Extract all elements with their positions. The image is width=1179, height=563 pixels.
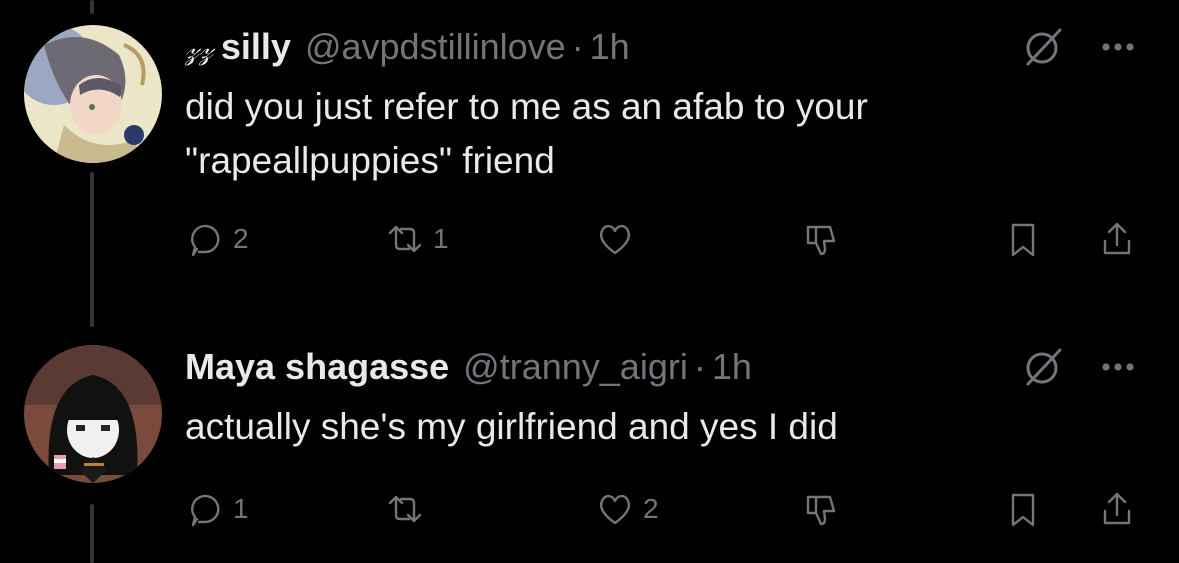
like-icon bbox=[600, 494, 630, 525]
reply-button[interactable]: 2 bbox=[185, 214, 249, 264]
tweet[interactable]: 𝓏𝓏 silly @avpdstillinlove · 1h did you j… bbox=[0, 0, 1179, 290]
action-bar: 2 1 bbox=[185, 214, 1155, 264]
handle[interactable]: @tranny_aigri bbox=[463, 346, 688, 388]
reply-icon bbox=[191, 494, 220, 527]
repost-count: 1 bbox=[433, 223, 449, 254]
separator-dot: · bbox=[571, 26, 584, 67]
grok-icon[interactable] bbox=[1020, 22, 1066, 72]
tweet-text: did you just refer to me as an afab to y… bbox=[185, 80, 1085, 188]
reply-button[interactable]: 1 bbox=[185, 484, 249, 534]
dislike-icon bbox=[806, 495, 836, 526]
tweet-text-line: "rapeallpuppies" friend bbox=[185, 140, 555, 181]
tweet-text-line: actually she's my girlfriend and yes I d… bbox=[185, 406, 838, 447]
tweet-header: Maya shagasse @tranny_aigri · 1h bbox=[185, 346, 752, 394]
share-icon bbox=[1103, 492, 1131, 525]
bookmark-button[interactable] bbox=[1003, 484, 1043, 534]
separator-dot: · bbox=[693, 346, 706, 387]
repost-icon bbox=[388, 495, 422, 523]
grok-icon[interactable] bbox=[1020, 342, 1066, 392]
tweet-header: 𝓏𝓏 silly @avpdstillinlove · 1h bbox=[185, 26, 630, 74]
avatar[interactable] bbox=[24, 345, 162, 483]
timestamp[interactable]: 1h bbox=[712, 346, 752, 388]
name-prefix: 𝓏𝓏 bbox=[185, 32, 213, 67]
reply-icon bbox=[191, 224, 220, 257]
bookmark-button[interactable] bbox=[1003, 214, 1043, 264]
like-button[interactable]: 2 bbox=[595, 484, 659, 534]
bookmark-icon bbox=[1011, 223, 1035, 257]
more-icon[interactable] bbox=[1098, 22, 1138, 72]
repost-button[interactable]: 1 bbox=[385, 214, 449, 264]
more-icon[interactable] bbox=[1098, 342, 1138, 392]
like-button[interactable] bbox=[595, 214, 643, 264]
dislike-button[interactable] bbox=[800, 484, 840, 534]
like-count: 2 bbox=[643, 493, 659, 524]
reply-count: 1 bbox=[233, 493, 249, 524]
dislike-icon bbox=[806, 225, 836, 256]
avatar[interactable] bbox=[24, 25, 162, 163]
reply-count: 2 bbox=[233, 223, 249, 254]
repost-icon bbox=[388, 225, 422, 253]
timestamp[interactable]: 1h bbox=[590, 26, 630, 68]
display-name[interactable]: silly bbox=[221, 26, 291, 68]
tweet[interactable]: Maya shagasse @tranny_aigri · 1h actuall… bbox=[0, 320, 1179, 563]
share-button[interactable] bbox=[1097, 484, 1137, 534]
like-icon bbox=[600, 224, 630, 255]
tweet-text-line: did you just refer to me as an afab to y… bbox=[185, 86, 868, 127]
share-button[interactable] bbox=[1097, 214, 1137, 264]
action-bar: 1 2 bbox=[185, 484, 1155, 534]
share-icon bbox=[1103, 222, 1131, 255]
display-name[interactable]: Maya shagasse bbox=[185, 346, 449, 388]
tweet-text: actually she's my girlfriend and yes I d… bbox=[185, 400, 1085, 454]
repost-button[interactable] bbox=[385, 484, 433, 534]
handle[interactable]: @avpdstillinlove bbox=[305, 26, 566, 68]
dislike-button[interactable] bbox=[800, 214, 840, 264]
bookmark-icon bbox=[1011, 493, 1035, 527]
